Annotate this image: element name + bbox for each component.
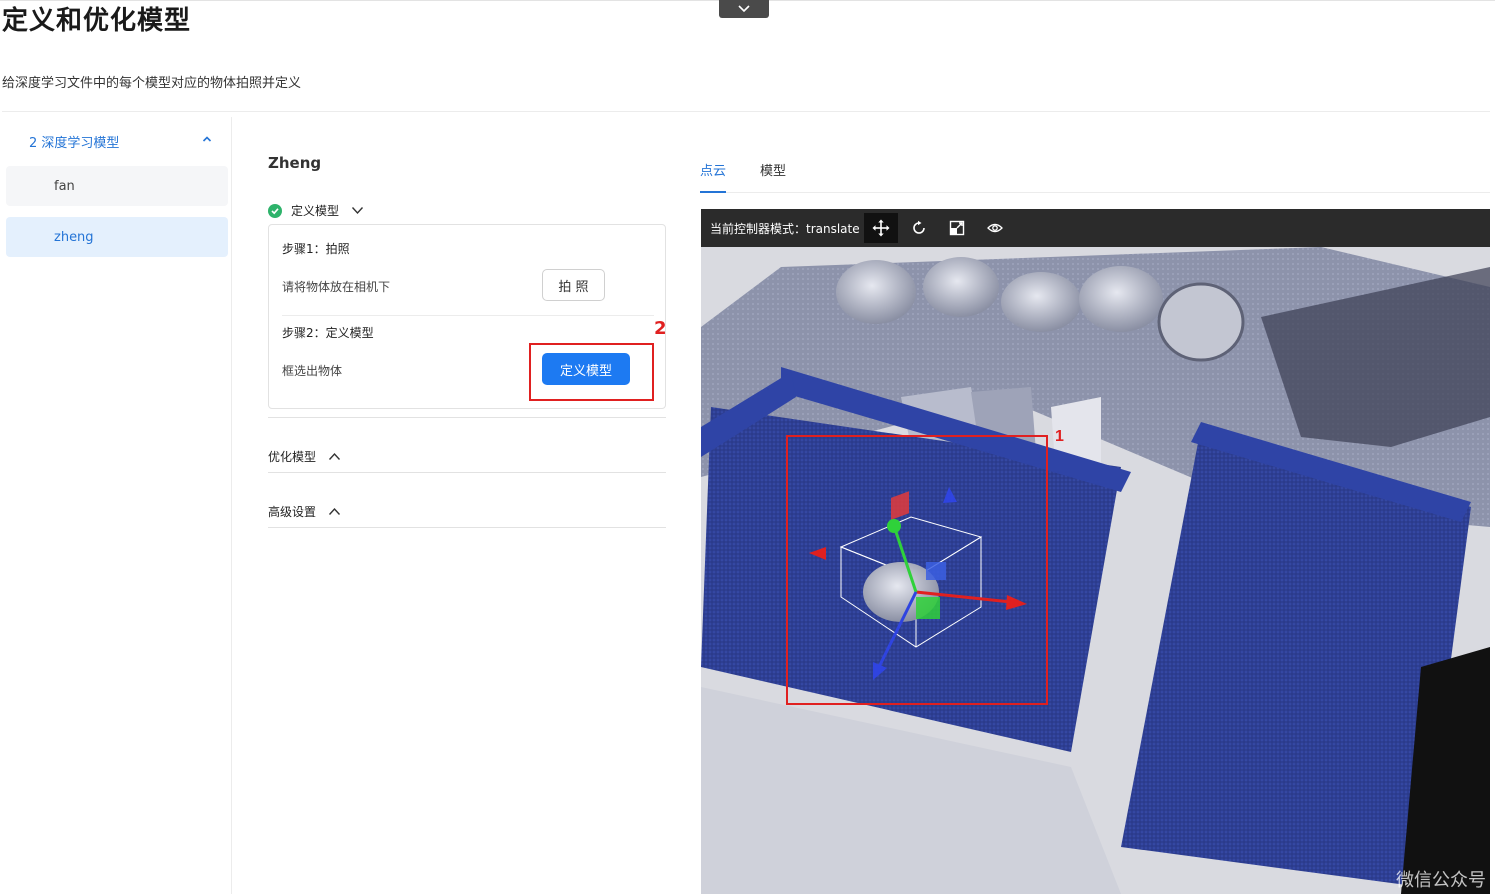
sidebar-group-label: 2 深度学习模型 (29, 135, 120, 151)
section-divider (268, 527, 666, 528)
step1-text: 请将物体放在相机下 (282, 280, 391, 294)
puck (1001, 272, 1081, 332)
section-divider (268, 472, 666, 473)
sidebar: 2 深度学习模型 fan zheng (2, 117, 232, 894)
chevron-up-icon (202, 136, 212, 142)
annotation-box-2 (529, 343, 654, 401)
green-plane-handle[interactable] (916, 597, 940, 619)
collapse-header-button[interactable] (719, 0, 769, 18)
point-cloud-scene[interactable]: 1 (701, 247, 1490, 894)
viewer-tabs: 点云 模型 (700, 160, 1490, 193)
controller-mode-label: 当前控制器模式：translate (710, 221, 860, 236)
page-title: 定义和优化模型 (2, 6, 192, 36)
eye-icon (986, 223, 1003, 233)
section-divider (268, 417, 666, 418)
point-cloud-viewer[interactable]: 当前控制器模式：translate 1 微信公众号 (701, 209, 1490, 894)
blue-plane-handle[interactable] (926, 562, 946, 580)
tab-point-cloud[interactable]: 点云 (700, 160, 727, 193)
sidebar-item-label: fan (54, 178, 75, 194)
step2-text: 框选出物体 (282, 364, 343, 378)
chevron-up-icon (328, 507, 341, 515)
define-model-section-title: 定义模型 (291, 204, 340, 218)
page-description: 给深度学习文件中的每个模型对应的物体拍照并定义 (2, 76, 302, 91)
viewer-toolbar: 当前控制器模式：translate (701, 209, 1490, 247)
take-photo-button[interactable]: 拍 照 (542, 269, 605, 301)
step1-title: 步骤1：拍照 (282, 242, 350, 256)
define-model-section-header[interactable]: 定义模型 (268, 202, 364, 219)
chevron-down-icon (738, 5, 750, 13)
scale-icon (949, 220, 964, 236)
puck (1079, 266, 1163, 332)
move-icon (872, 219, 890, 237)
puck (1157, 282, 1245, 362)
check-circle-icon (268, 203, 282, 218)
visibility-toggle-button[interactable] (978, 213, 1012, 243)
tab-model[interactable]: 模型 (760, 160, 786, 193)
advanced-settings-section-header[interactable]: 高级设置 (268, 503, 341, 520)
rotate-icon (912, 220, 925, 234)
annotation-number-1: 1 (1055, 428, 1064, 445)
chevron-up-icon (328, 452, 341, 460)
optimize-model-section-title: 优化模型 (268, 450, 317, 464)
advanced-settings-section-title: 高级设置 (268, 505, 317, 519)
sidebar-item-zheng[interactable]: zheng (6, 217, 228, 257)
translate-mode-button[interactable] (863, 213, 898, 243)
rotate-mode-button[interactable] (902, 213, 936, 243)
model-name: Zheng (268, 154, 322, 172)
card-divider (282, 315, 654, 316)
sidebar-item-fan[interactable]: fan (6, 166, 228, 206)
puck (923, 257, 999, 317)
puck (836, 260, 916, 324)
scale-mode-button[interactable] (940, 213, 974, 243)
step2-title: 步骤2：定义模型 (282, 326, 374, 340)
header-divider (2, 111, 1490, 112)
chevron-down-icon (351, 207, 364, 215)
annotation-number-2: 2 (654, 318, 667, 339)
y-axis-knob[interactable] (887, 519, 901, 533)
watermark: 微信公众号 (1396, 870, 1486, 891)
sidebar-item-label: zheng (54, 229, 94, 245)
optimize-model-section-header[interactable]: 优化模型 (268, 448, 341, 465)
sidebar-group-models[interactable]: 2 深度学习模型 (4, 117, 230, 165)
